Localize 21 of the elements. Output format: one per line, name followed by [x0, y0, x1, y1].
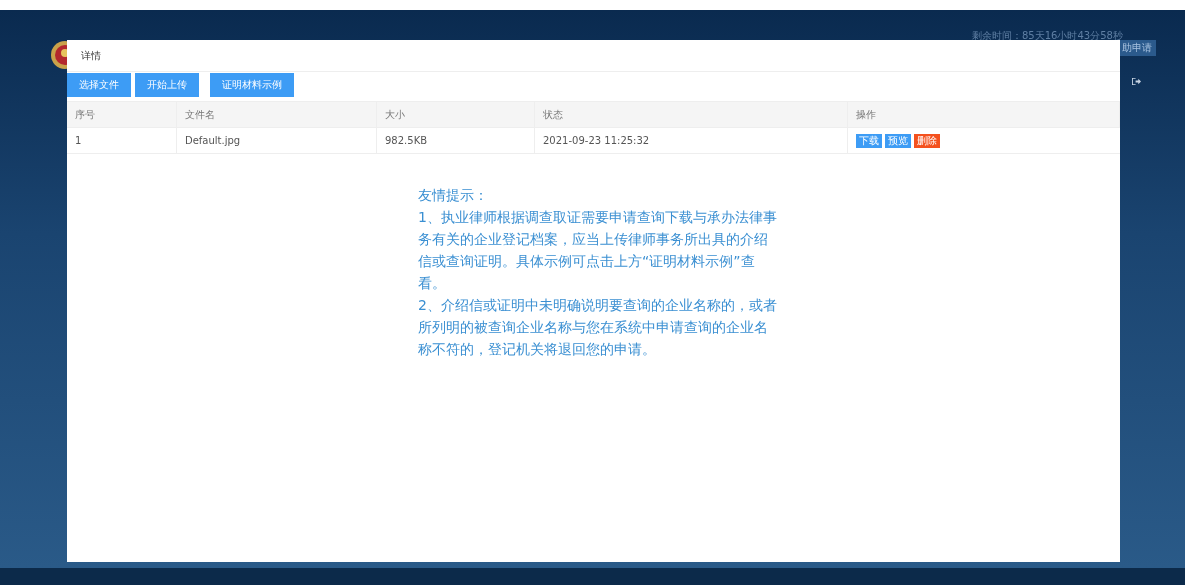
toolbar-button[interactable]: 开始上传: [135, 73, 199, 97]
tip-paragraph: 2、介绍信或证明中未明确说明要查询的企业名称的，或者所列明的被查询企业名称与您在系统中申请查询的企业名称不符的，登记机关将退回您的申请。: [418, 296, 778, 359]
column-header: 状态: [535, 102, 848, 127]
toolbar-button[interactable]: 选择文件: [67, 73, 131, 97]
column-header: 大小: [377, 102, 535, 127]
action-button[interactable]: 预览: [885, 133, 911, 148]
table-cell: 2021-09-23 11:25:32: [535, 128, 848, 153]
column-header: 序号: [67, 102, 177, 127]
column-header: 操作: [848, 102, 1120, 127]
tip-heading: 友情提示：: [418, 186, 489, 205]
table-cell: 982.5KB: [377, 128, 535, 153]
column-header: 文件名: [177, 102, 377, 127]
table-cell: 1: [67, 128, 177, 153]
action-button[interactable]: 删除: [914, 133, 940, 148]
action-button[interactable]: 下载: [856, 133, 882, 148]
table-cell: Default.jpg: [177, 128, 377, 153]
dialog-title: 详情: [67, 40, 1120, 72]
countdown-text: 剩余时间：85天16小时43分58秒: [972, 29, 1123, 42]
toolbar-button[interactable]: 证明材料示例: [210, 73, 294, 97]
logout-icon[interactable]: [1131, 77, 1142, 86]
tip-paragraph: 1、执业律师根据调查取证需要申请查询下载与承办法律事务有关的企业登记档案，应当上传律师事务所出具的介绍信或查询证明。具体示例可点击上方“证明材料示例”查看。: [418, 208, 778, 293]
